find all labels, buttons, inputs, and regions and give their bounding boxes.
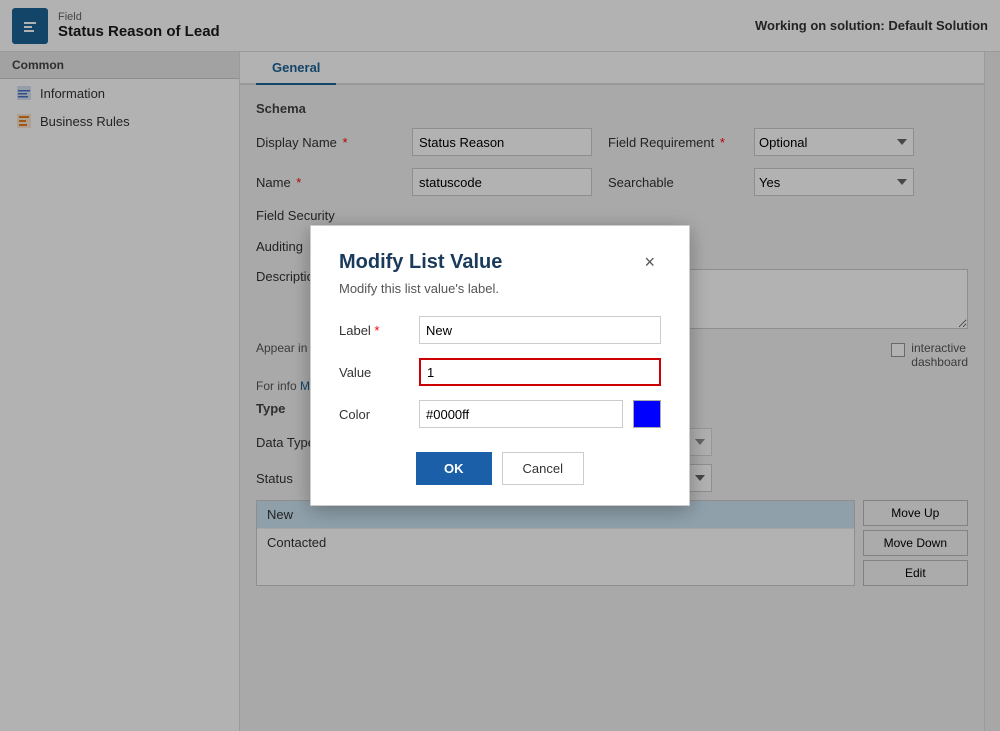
- modal-label-input[interactable]: [419, 316, 661, 344]
- modal-color-label: Color: [339, 407, 409, 422]
- modal-value-label: Value: [339, 365, 409, 380]
- color-swatch[interactable]: [633, 400, 661, 428]
- modal-color-field: Color: [339, 400, 661, 428]
- modal-value-row: Value: [339, 358, 661, 386]
- modal-label-label: Label *: [339, 323, 409, 338]
- modal-label-field: Label *: [339, 316, 661, 344]
- modal-color-row: Color: [339, 400, 661, 428]
- modal-title: Modify List Value: [339, 251, 502, 274]
- ok-button[interactable]: OK: [416, 452, 492, 485]
- modal-color-input[interactable]: [419, 400, 623, 428]
- modal-header: Modify List Value ×: [339, 250, 661, 275]
- modal-buttons: OK Cancel: [339, 452, 661, 485]
- modal-value-field: Value: [339, 358, 661, 386]
- modal-subtitle: Modify this list value's label.: [339, 281, 661, 296]
- modal-value-input[interactable]: [419, 358, 661, 386]
- modal-label-row: Label *: [339, 316, 661, 344]
- modify-list-value-modal: Modify List Value × Modify this list val…: [310, 225, 690, 506]
- modal-close-button[interactable]: ×: [638, 250, 661, 275]
- modal-overlay: Modify List Value × Modify this list val…: [0, 0, 1000, 731]
- cancel-button[interactable]: Cancel: [502, 452, 584, 485]
